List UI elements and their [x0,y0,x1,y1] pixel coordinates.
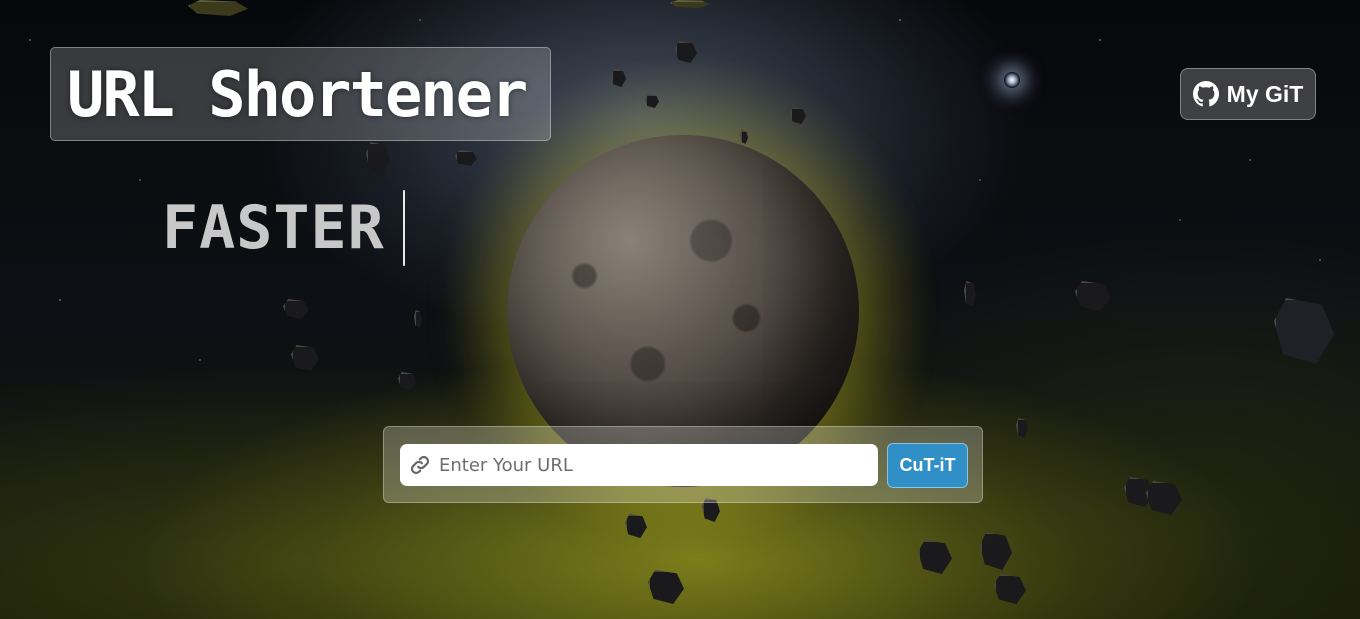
link-icon [409,454,431,476]
typing-cursor [402,190,405,266]
typewriter-tagline: FASTER [162,190,405,266]
url-input[interactable] [439,445,869,485]
typed-word: FASTER [162,193,385,263]
page-title: URL Shortener [67,57,528,131]
url-input-wrapper[interactable] [400,444,878,486]
github-icon [1192,81,1219,107]
bright-star [1004,72,1020,88]
title-panel: URL Shortener [50,47,551,141]
my-git-label: My GiT [1226,80,1304,107]
url-form: CuT-iT [383,426,983,503]
my-git-button[interactable]: My GiT [1180,68,1316,120]
cut-it-button[interactable]: CuT-iT [887,443,968,488]
